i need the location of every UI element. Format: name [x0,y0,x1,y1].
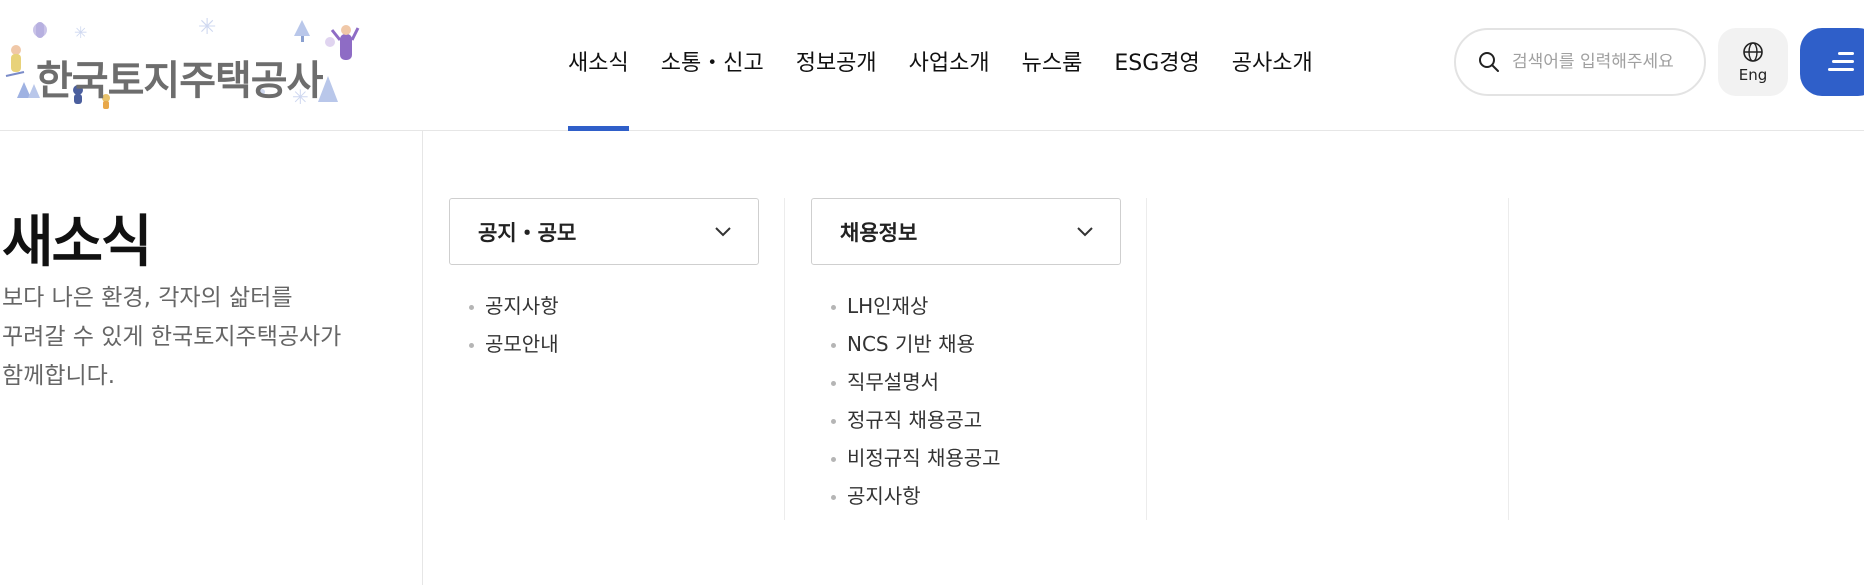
submenu-item-temp-jobs[interactable]: 비정규직 채용공고 [829,439,1121,477]
submenu-item-regular-jobs[interactable]: 정규직 채용공고 [829,401,1121,439]
site-header: ✳ ✳ ✳ 한국토지주택공사 새소식 소통・신고 정보공개 사업소개 뉴스룸 E… [0,0,1864,131]
page-title: 새소식 [2,210,153,275]
submenu-list: 공지사항 공모안내 [449,287,759,363]
chevron-down-icon [715,226,731,236]
nav-item-news[interactable]: 새소식 [568,0,629,131]
dropdown-recruit[interactable]: 채용정보 [811,198,1121,265]
menu-icon [1838,52,1854,55]
column-divider [1146,198,1147,520]
language-label: Eng [1738,65,1768,84]
submenu-intro-panel: 새소식 보다 나은 환경, 각자의 삶터를 꾸려갈 수 있게 한국토지주택공사가… [0,131,423,585]
page-description: 보다 나은 환경, 각자의 삶터를 꾸려갈 수 있게 한국토지주택공사가 함께합… [2,279,341,396]
description-line: 꾸려갈 수 있게 한국토지주택공사가 [2,324,342,350]
svg-text:✳: ✳ [74,23,87,42]
dropdown-label: 채용정보 [840,220,918,245]
submenu-item-recruit-notices[interactable]: 공지사항 [829,477,1121,515]
nav-item-business[interactable]: 사업소개 [909,0,990,130]
description-line: 보다 나은 환경, 각자의 삶터를 [2,285,293,311]
dropdown-notice[interactable]: 공지・공모 [449,198,759,265]
nav-item-communication[interactable]: 소통・신고 [661,0,764,130]
submenu-item-ncs[interactable]: NCS 기반 채용 [829,325,1121,363]
svg-text:✳: ✳ [198,15,216,40]
site-logo[interactable]: ✳ ✳ ✳ 한국토지주택공사 [0,12,370,117]
nav-item-info-disclosure[interactable]: 정보공개 [796,0,877,130]
submenu-column-notice: 공지・공모 공지사항 공모안내 [449,198,759,363]
nav-item-newsroom[interactable]: 뉴스룸 [1022,0,1083,130]
column-divider [784,198,785,520]
search-input[interactable] [1510,51,1704,73]
search-icon[interactable] [1478,51,1500,73]
globe-icon [1743,41,1763,62]
nav-item-about[interactable]: 공사소개 [1232,0,1313,130]
main-nav: 새소식 소통・신고 정보공개 사업소개 뉴스룸 ESG경영 공사소개 [568,0,1345,131]
description-line: 함께합니다. [2,363,116,389]
submenu-item-notices[interactable]: 공지사항 [467,287,759,325]
submenu-item-talent[interactable]: LH인재상 [829,287,1121,325]
logo-text: 한국토지주택공사 [36,58,323,104]
search-box [1454,28,1706,96]
submenu-item-contests[interactable]: 공모안내 [467,325,759,363]
nav-item-esg[interactable]: ESG경영 [1114,0,1199,130]
chevron-down-icon [1077,226,1093,236]
menu-button[interactable] [1800,28,1864,96]
dropdown-label: 공지・공모 [478,220,577,245]
submenu-list: LH인재상 NCS 기반 채용 직무설명서 정규직 채용공고 비정규직 채용공고… [811,287,1121,515]
submenu-column-recruit: 채용정보 LH인재상 NCS 기반 채용 직무설명서 정규직 채용공고 비정규직… [811,198,1121,515]
column-divider [1508,198,1509,520]
submenu-item-job-description[interactable]: 직무설명서 [829,363,1121,401]
language-button[interactable]: Eng [1718,28,1788,96]
